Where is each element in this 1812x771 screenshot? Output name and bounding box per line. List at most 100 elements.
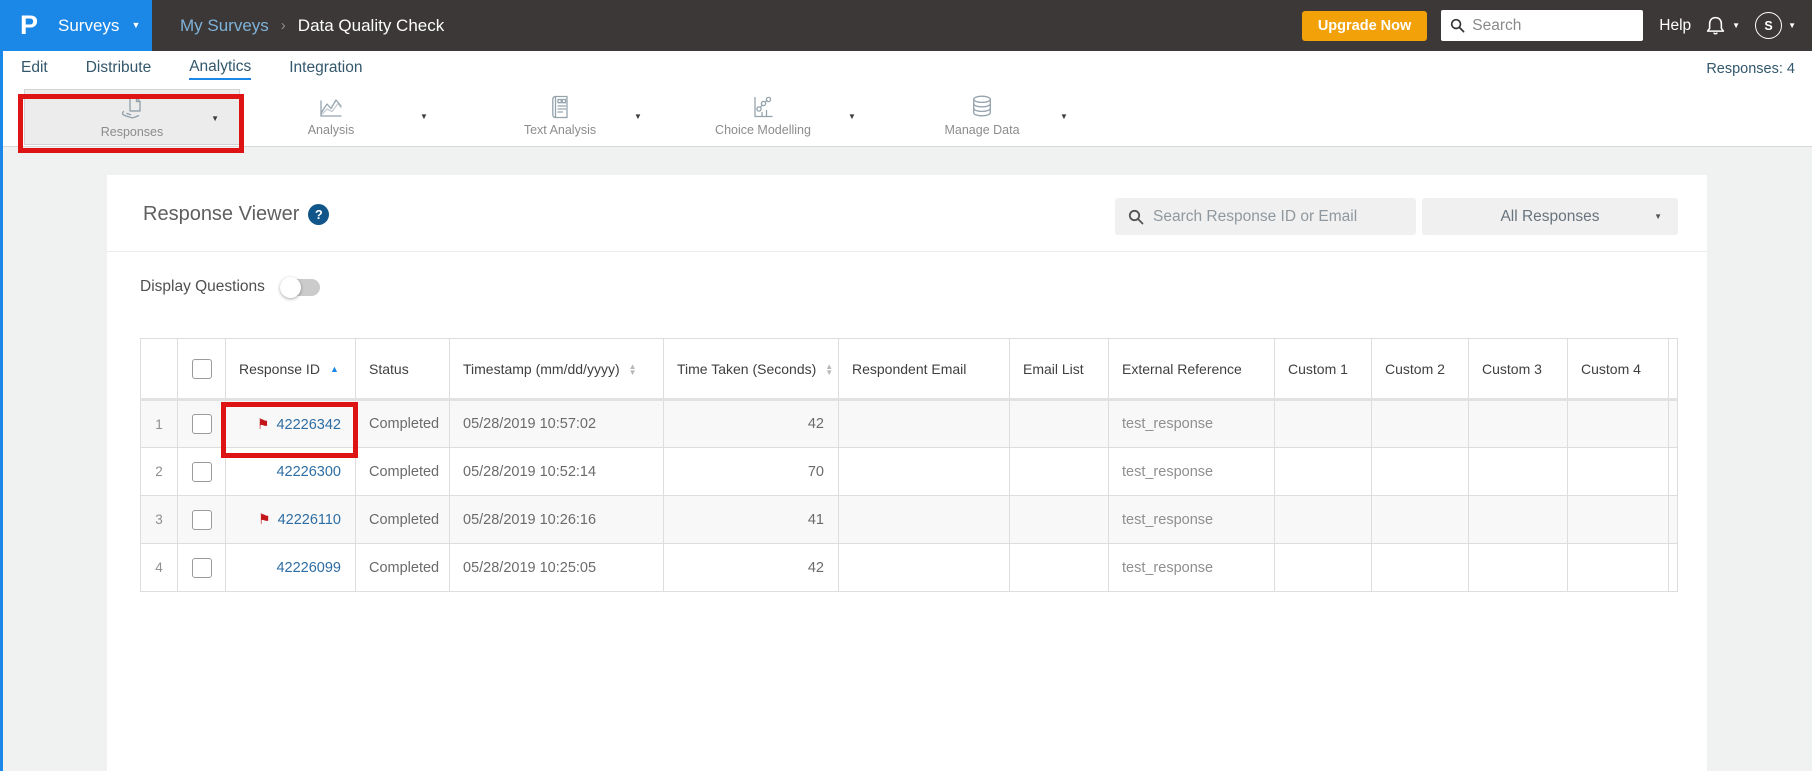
responses-table: Response ID ▲ Status Timestamp (mm/dd/yyy… — [140, 338, 1678, 592]
row-checkbox[interactable] — [191, 509, 212, 530]
global-search-box[interactable] — [1441, 10, 1644, 41]
select-all-checkbox[interactable] — [191, 358, 212, 379]
column-time-taken[interactable]: Time Taken (Seconds) ▲ ▼ — [663, 338, 839, 401]
response-id-link[interactable]: 42226110 — [278, 512, 341, 528]
row-checkbox[interactable] — [191, 461, 212, 482]
row-select — [177, 399, 226, 448]
scatter-chart-icon — [754, 96, 773, 118]
timestamp-cell: 05/28/2019 10:26:16 — [449, 495, 664, 544]
chevron-down-icon[interactable]: ▼ — [211, 115, 219, 123]
custom2-cell — [1371, 495, 1469, 544]
custom2-cell — [1371, 543, 1469, 592]
column-custom-1: Custom 1 — [1274, 338, 1372, 401]
column-label: Timestamp (mm/dd/yyyy) — [463, 360, 620, 377]
custom3-cell — [1468, 495, 1568, 544]
custom1-cell — [1274, 495, 1372, 544]
custom1-cell — [1274, 447, 1372, 496]
response-search-box[interactable] — [1115, 198, 1416, 235]
response-id-link[interactable]: 42226342 — [276, 417, 341, 433]
tab-edit[interactable]: Edit — [21, 59, 48, 79]
toolbar-item-label: Choice Modelling — [715, 123, 811, 137]
chevron-down-icon[interactable]: ▼ — [131, 21, 140, 30]
row-select — [177, 495, 226, 544]
toolbar-item-responses[interactable]: Responses ▼ — [24, 89, 240, 145]
chevron-down-icon[interactable]: ▼ — [1788, 21, 1796, 30]
spacer-header — [1668, 338, 1678, 401]
row-number: 2 — [140, 447, 178, 496]
respondent-email-cell — [838, 543, 1010, 592]
external-reference-cell: test_response — [1108, 495, 1275, 544]
product-switcher[interactable]: P Surveys ▼ — [0, 0, 152, 51]
chevron-down-icon[interactable]: ▼ — [1060, 113, 1068, 121]
external-reference-cell: test_response — [1108, 399, 1275, 448]
sort-icon[interactable]: ▲ ▼ — [628, 362, 637, 377]
custom3-cell — [1468, 543, 1568, 592]
status-cell: Completed — [355, 543, 450, 592]
row-checkbox[interactable] — [191, 414, 212, 434]
column-timestamp[interactable]: Timestamp (mm/dd/yyyy) ▲ ▼ — [449, 338, 664, 401]
help-link[interactable]: Help — [1659, 17, 1691, 35]
toolbar-item-analysis[interactable]: Analysis — [261, 93, 401, 137]
row-checkbox[interactable] — [191, 557, 212, 578]
help-icon[interactable]: ? — [308, 204, 330, 225]
response-id-link[interactable]: 42226300 — [276, 464, 341, 480]
spacer-cell — [1668, 399, 1678, 448]
column-custom-4: Custom 4 — [1567, 338, 1669, 401]
email-list-cell — [1009, 447, 1109, 496]
responses-count: Responses: 4 — [1706, 61, 1795, 77]
spacer-cell — [1668, 543, 1678, 592]
email-list-cell — [1009, 495, 1109, 544]
upgrade-now-button[interactable]: Upgrade Now — [1301, 10, 1428, 41]
table-row: 1 ⚑ 42226342 Completed 05/28/2019 10:57:0… — [140, 399, 1678, 448]
left-accent-strip — [0, 51, 3, 771]
page-title: Response Viewer — [143, 203, 300, 225]
column-response-id[interactable]: Response ID ▲ — [225, 338, 356, 401]
breadcrumb-separator-icon: › — [280, 17, 286, 34]
custom1-cell — [1274, 543, 1372, 592]
time-taken-cell: 42 — [663, 543, 839, 592]
table-row: 2 42226300 Completed 05/28/2019 10:52:14… — [140, 447, 1678, 496]
tab-analytics[interactable]: Analytics — [189, 58, 252, 80]
column-custom-3: Custom 3 — [1468, 338, 1568, 401]
response-id-cell: ⚑ 42226342 — [225, 399, 356, 448]
tab-integration[interactable]: Integration — [289, 59, 362, 79]
column-respondent-email: Respondent Email — [838, 338, 1010, 401]
timestamp-cell: 05/28/2019 10:25:05 — [449, 543, 664, 592]
tab-distribute[interactable]: Distribute — [86, 59, 151, 79]
sort-asc-icon[interactable]: ▲ — [330, 364, 339, 374]
email-list-cell — [1009, 543, 1109, 592]
chevron-down-icon[interactable]: ▼ — [420, 113, 428, 121]
breadcrumb: My Surveys › Data Quality Check — [180, 16, 444, 36]
display-questions-label: Display Questions — [140, 278, 265, 295]
response-search-input[interactable] — [1153, 207, 1403, 226]
response-filter-dropdown[interactable]: All Responses ▼ — [1422, 198, 1678, 235]
response-id-link[interactable]: 42226099 — [276, 560, 341, 576]
account-menu[interactable]: S ▼ — [1755, 12, 1796, 39]
search-icon — [1451, 18, 1465, 33]
column-email-list: Email List — [1009, 338, 1109, 401]
global-search-input[interactable] — [1472, 16, 1633, 35]
flag-icon: ⚑ — [256, 415, 270, 432]
column-status: Status — [355, 338, 450, 401]
hand-report-icon — [121, 97, 141, 119]
column-custom-2: Custom 2 — [1371, 338, 1469, 401]
toolbar-item-manage-data[interactable]: Manage Data — [912, 93, 1052, 137]
notifications-menu[interactable]: ▼ — [1705, 15, 1740, 37]
display-questions-toggle[interactable] — [279, 276, 320, 298]
timestamp-cell: 05/28/2019 10:57:02 — [449, 399, 664, 448]
chevron-down-icon[interactable]: ▼ — [634, 113, 642, 121]
custom1-cell — [1274, 399, 1372, 448]
external-reference-cell: test_response — [1108, 447, 1275, 496]
sort-down-icon: ▼ — [628, 367, 637, 377]
custom4-cell — [1567, 543, 1669, 592]
breadcrumb-my-surveys[interactable]: My Surveys — [180, 16, 269, 36]
analytics-toolbar: Responses ▼ Analysis ▼ Text Analysis ▼ C… — [0, 87, 1812, 147]
toolbar-item-choice-modelling[interactable]: Choice Modelling — [693, 93, 833, 137]
avatar[interactable]: S — [1755, 12, 1783, 39]
toolbar-item-text-analysis[interactable]: Text Analysis — [490, 93, 630, 137]
document-grid-icon — [552, 95, 568, 119]
chevron-down-icon[interactable]: ▼ — [1732, 21, 1740, 30]
chevron-down-icon[interactable]: ▼ — [848, 113, 856, 121]
sort-icon[interactable]: ▲ ▼ — [825, 362, 834, 377]
sort-down-icon: ▼ — [825, 367, 834, 377]
